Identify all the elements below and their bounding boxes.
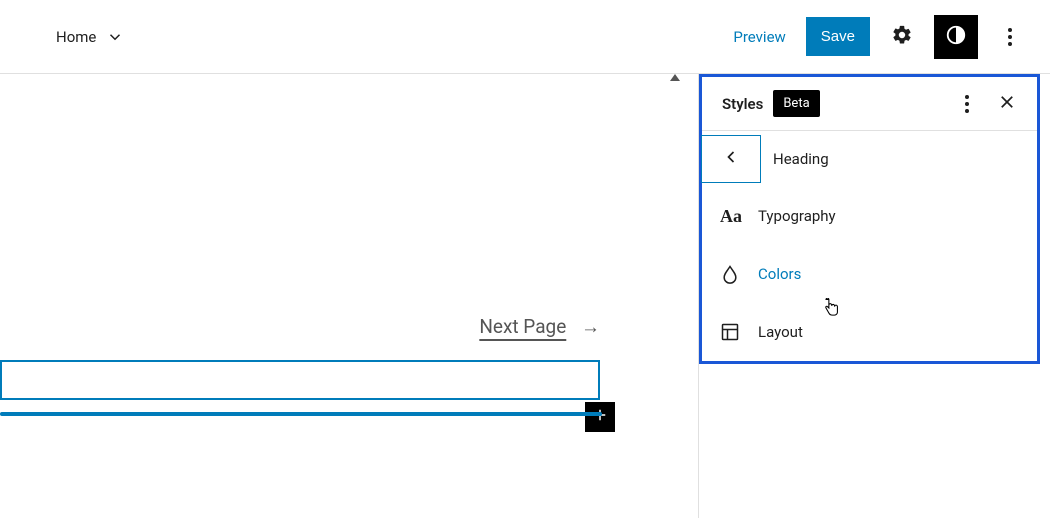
next-page-label: Next Page bbox=[479, 315, 566, 338]
typography-icon: Aa bbox=[720, 206, 748, 227]
styles-toggle-button[interactable] bbox=[934, 15, 978, 59]
document-title-label: Home bbox=[56, 28, 96, 46]
panel-item-label: Layout bbox=[758, 323, 803, 341]
topbar-actions: Preview Save bbox=[723, 15, 1032, 59]
next-page-link[interactable]: Next Page → bbox=[0, 315, 600, 339]
top-bar: Home Preview Save bbox=[0, 0, 1050, 74]
plus-icon bbox=[591, 406, 609, 428]
chevron-left-icon bbox=[721, 147, 741, 171]
styles-panel-more-button[interactable] bbox=[949, 86, 985, 122]
preview-link[interactable]: Preview bbox=[723, 28, 795, 46]
layout-icon bbox=[720, 322, 748, 342]
selected-block[interactable] bbox=[0, 360, 600, 400]
block-insertion-indicator bbox=[0, 412, 602, 416]
panel-item-colors[interactable]: Colors bbox=[702, 245, 1037, 303]
heading-label: Heading bbox=[773, 150, 829, 168]
more-vertical-icon bbox=[1008, 28, 1012, 46]
arrow-right-icon: → bbox=[581, 315, 600, 338]
styles-panel-header: Styles Beta bbox=[702, 77, 1037, 131]
save-button[interactable]: Save bbox=[806, 17, 870, 56]
document-title-dropdown[interactable]: Home bbox=[56, 28, 124, 46]
close-panel-button[interactable] bbox=[989, 86, 1025, 122]
panel-item-label: Colors bbox=[758, 265, 801, 283]
styles-panel-title: Styles bbox=[722, 95, 763, 113]
chevron-down-icon bbox=[106, 28, 124, 46]
panel-item-layout[interactable]: Layout bbox=[702, 303, 1037, 361]
sidebar: Styles Beta Heading bbox=[698, 74, 1050, 518]
close-icon bbox=[998, 93, 1016, 114]
scroll-up-indicator-icon bbox=[670, 74, 680, 81]
back-button[interactable] bbox=[701, 135, 761, 183]
heading-section: Heading bbox=[702, 131, 1037, 187]
styles-panel: Styles Beta Heading bbox=[699, 74, 1040, 364]
contrast-circle-icon bbox=[945, 24, 967, 49]
editor-canvas[interactable]: Next Page → bbox=[0, 74, 680, 518]
more-vertical-icon bbox=[965, 95, 969, 113]
add-block-button[interactable] bbox=[585, 402, 615, 432]
gear-icon bbox=[891, 24, 913, 49]
drop-icon bbox=[720, 264, 748, 284]
more-options-button[interactable] bbox=[988, 15, 1032, 59]
settings-button[interactable] bbox=[880, 15, 924, 59]
panel-item-typography[interactable]: Aa Typography bbox=[702, 187, 1037, 245]
beta-badge: Beta bbox=[773, 90, 819, 117]
panel-item-label: Typography bbox=[758, 207, 836, 225]
